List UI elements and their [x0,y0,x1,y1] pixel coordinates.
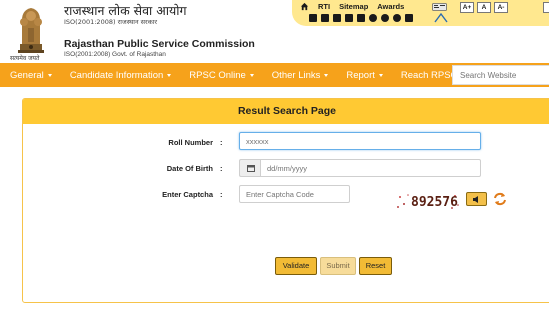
caret-down-icon [324,73,329,77]
globe-icon[interactable] [393,14,401,22]
nav-item-candidate-information[interactable]: Candidate Information [70,70,179,81]
roll-number-colon: : [220,138,223,147]
refresh-captcha-icon[interactable] [493,192,507,206]
search-input[interactable] [452,65,549,85]
roll-number-label: Roll Number [168,138,213,147]
nav-label: Other Links [271,69,321,81]
captcha-code: 892576 [411,195,458,210]
nav-item-general[interactable]: General [10,70,60,81]
rss-icon[interactable] [381,14,389,22]
rti-link[interactable]: RTI [318,2,330,11]
sitemap-link[interactable]: Sitemap [339,2,368,11]
home-icon[interactable] [300,2,309,11]
dob-input[interactable] [260,159,481,177]
captcha-colon: : [220,190,223,199]
roll-number-input[interactable] [239,132,481,150]
nav-item-report[interactable]: Report [346,70,391,81]
speaker-icon [473,196,478,203]
captcha-audio-button[interactable] [466,192,487,206]
captcha-label: Enter Captcha [162,190,213,199]
english-site-title: Rajasthan Public Service Commission [64,38,255,50]
captcha-input[interactable] [239,185,350,203]
mail-icon[interactable] [369,14,377,22]
font-decrease-button[interactable]: A- [494,2,508,13]
nav-label: Candidate Information [69,69,164,81]
nav-label: Report [346,69,375,81]
panel-title: Result Search Page [23,99,549,124]
dob-colon: : [220,164,223,173]
nav-item-other-links[interactable]: Other Links [272,70,337,81]
youtube-icon[interactable] [357,14,365,22]
translate-icon[interactable] [434,13,448,23]
nav-item-rpsc-online[interactable]: RPSC Online [189,70,262,81]
emblem-logo[interactable] [8,2,54,60]
language-toggle-icon[interactable] [432,3,447,11]
submit-button[interactable]: Submit [320,257,356,275]
calendar-icon [247,165,255,172]
result-search-panel: Result Search Page Roll Number : Date Of… [22,98,549,303]
contrast-toggle[interactable] [543,2,549,13]
caret-down-icon [167,73,172,77]
utility-topbar: RTI Sitemap Awards A+ A A- [292,0,549,26]
dob-label: Date Of Birth [166,164,213,173]
pin-icon[interactable] [405,14,413,22]
font-increase-button[interactable]: A+ [460,2,474,13]
captcha-image: 892576 [395,191,461,211]
nav-label: General [10,69,44,81]
twitter-icon[interactable] [321,14,329,22]
social-icons-row [309,13,413,23]
utility-links: RTI Sitemap Awards [300,1,404,12]
calendar-addon[interactable] [239,159,261,177]
validate-button[interactable]: Validate [275,257,317,275]
hindi-iso-subtitle: ISO(2001:2008) राजस्थान सरकार [64,18,158,26]
font-normal-button[interactable]: A [477,2,491,13]
calendar-icon[interactable] [345,14,353,22]
reset-button[interactable]: Reset [359,257,392,275]
caret-down-icon [249,73,254,77]
facebook-icon[interactable] [309,14,317,22]
english-iso-subtitle: ISO(2001:2008) Govt. of Rajasthan [64,51,166,58]
instagram-icon[interactable] [333,14,341,22]
caret-down-icon [378,73,383,77]
nav-label: Reach RPSC [400,69,458,81]
caret-down-icon [47,73,52,77]
main-navigation: General Candidate Information RPSC Onlin… [0,63,549,87]
awards-link[interactable]: Awards [377,2,404,11]
nav-label: RPSC Online [189,69,246,81]
emblem-motto: सत्यमेव जयते [10,55,40,62]
